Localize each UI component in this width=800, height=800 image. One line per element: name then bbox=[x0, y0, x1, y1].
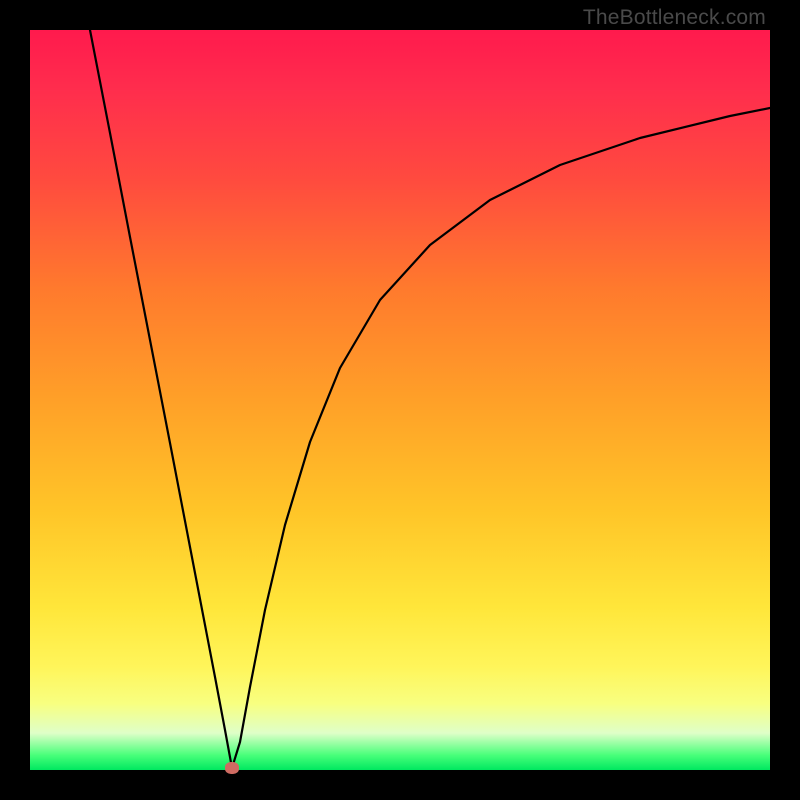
attribution-label: TheBottleneck.com bbox=[583, 6, 766, 30]
optimum-marker bbox=[225, 762, 239, 774]
plot-area bbox=[30, 30, 770, 770]
chart-frame: TheBottleneck.com bbox=[0, 0, 800, 800]
bottleneck-curve bbox=[30, 30, 770, 770]
